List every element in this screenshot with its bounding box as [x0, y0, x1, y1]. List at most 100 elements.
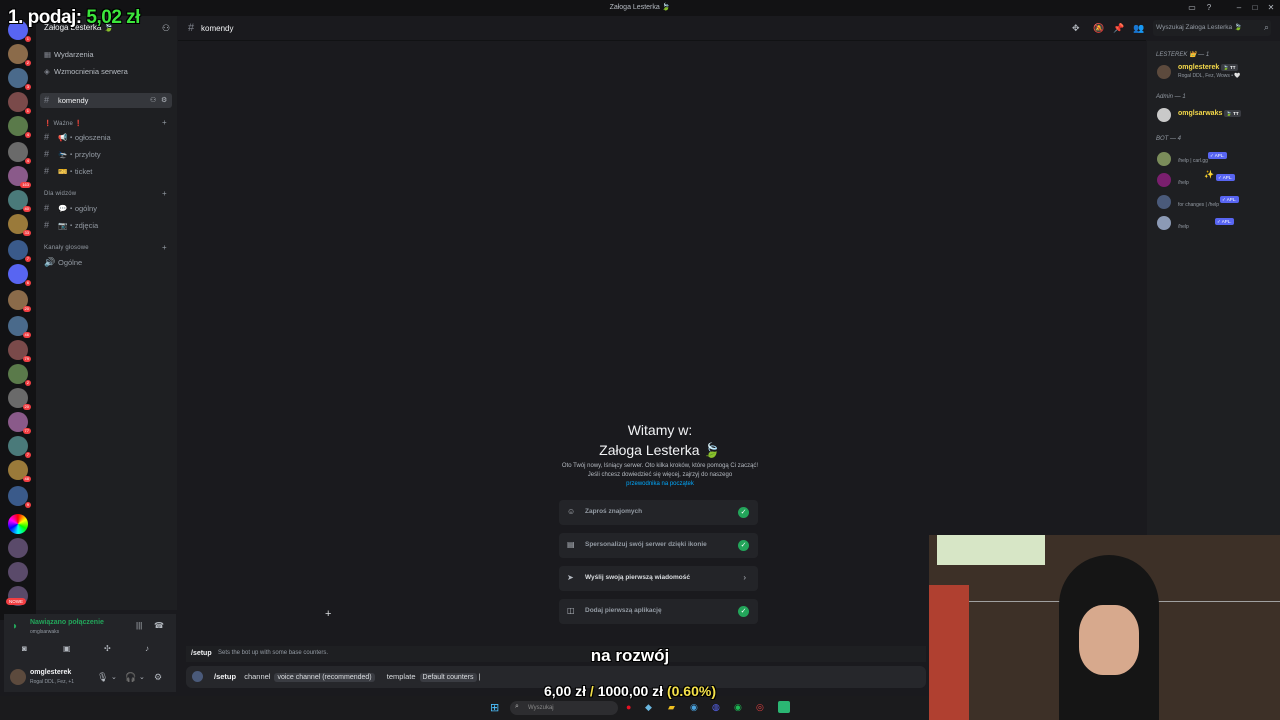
member-name[interactable]: ✨ [1204, 170, 1214, 179]
task-add-app[interactable]: ◫ Dodaj pierwszą aplikację ✓ [559, 599, 758, 624]
option-template-value[interactable]: Default counters [419, 673, 477, 682]
headphones-icon[interactable]: 🎧 [125, 672, 136, 683]
category-wazne[interactable]: ❗ Ważne ❗ [44, 120, 83, 127]
avatar[interactable] [1157, 173, 1171, 187]
server-icon[interactable]: 7 [8, 240, 31, 262]
member-name[interactable]: omglesterek 🍃 TT [1178, 64, 1238, 71]
channel-zdjecia[interactable]: # 📷・zdjęcia [44, 218, 172, 233]
soundboard-icon[interactable]: ||| [136, 621, 142, 630]
avatar[interactable] [1157, 195, 1171, 209]
search-icon: ⌕ [1264, 22, 1270, 32]
server-icon[interactable]: 163 [8, 166, 31, 188]
goal-target: 1000,00 zł [597, 683, 664, 699]
avatar[interactable] [1157, 108, 1171, 122]
invite-icon[interactable]: ⚇ [150, 96, 156, 104]
task-first-message[interactable]: ➤ Wyślij swoją pierwszą wiadomość › [559, 566, 758, 591]
camera-icon[interactable]: ◙ [22, 644, 27, 653]
server-icon[interactable]: 2 [8, 44, 31, 66]
avatar[interactable] [1157, 216, 1171, 230]
spotify-icon[interactable]: ◉ [734, 702, 742, 713]
search-input[interactable]: Wyszukaj Załoga Lesterka 🍃 [1153, 20, 1271, 36]
server-icon[interactable]: 3 [8, 68, 31, 90]
server-icon[interactable]: 9 [8, 486, 31, 508]
option-name: template [386, 672, 416, 681]
server-icon[interactable] [8, 562, 28, 582]
notifications-icon[interactable]: 🔕 [1093, 23, 1104, 34]
channel-label: 📢・ogłoszenia [58, 133, 111, 142]
soundboard-button-icon[interactable]: ♪ [145, 644, 149, 653]
server-icon[interactable]: 4 [8, 116, 31, 138]
task-invite-friends[interactable]: ☺ Zaproś znajomych ✓ [559, 500, 758, 525]
option-channel-value[interactable]: voice channel (recommended) [274, 673, 375, 682]
windows-start-icon[interactable]: ⊞ [490, 701, 499, 714]
server-icon[interactable]: 20 [8, 290, 31, 312]
server-icon[interactable]: 46 [8, 316, 31, 338]
minimize-button[interactable]: – [1233, 2, 1245, 14]
add-channel-icon[interactable]: + [162, 118, 167, 127]
help-icon[interactable]: ? [1203, 2, 1215, 14]
server-icon[interactable]: 4 [8, 142, 31, 164]
goal-separator: / [589, 683, 594, 699]
avatar[interactable] [10, 669, 26, 685]
maximize-button[interactable]: □ [1249, 2, 1261, 14]
channel-ogloszenia[interactable]: # 📢・ogłoszenia [44, 130, 172, 145]
taskbar-search[interactable]: Wyszukaj [510, 701, 618, 715]
discord-icon[interactable]: ◍ [712, 702, 720, 713]
app-icon[interactable]: ● [626, 702, 631, 712]
task-personalize[interactable]: ▤ Spersonalizuj swój serwer dzięki ikoni… [559, 533, 758, 558]
nav-events[interactable]: ▦ Wydarzenia [44, 48, 172, 62]
pin-icon[interactable]: 📌 [1113, 23, 1124, 34]
mention-badge: 40 [22, 206, 31, 212]
category-dla-widzow[interactable]: Dla widzów [44, 191, 76, 197]
server-icon[interactable]: 1 [8, 92, 31, 114]
add-channel-icon[interactable]: + [162, 189, 167, 198]
members-icon[interactable]: 👥 [1133, 23, 1144, 34]
inbox-icon[interactable]: ▭ [1186, 2, 1198, 14]
server-icon[interactable]: 6 [8, 264, 31, 286]
add-member-icon[interactable]: ⚇ [162, 23, 170, 34]
threads-icon[interactable]: ✥ [1072, 23, 1080, 34]
add-channel-icon[interactable]: + [162, 243, 167, 252]
disconnect-icon[interactable]: ☎ [154, 621, 164, 630]
chevron-right-icon: › [743, 573, 746, 582]
app-icon[interactable]: ◆ [645, 702, 652, 713]
donation-amount: 5,02 zł [86, 7, 140, 28]
category-voice[interactable]: Kanały głosowe [44, 245, 89, 251]
server-icon[interactable]: 48 [8, 460, 31, 482]
activities-icon[interactable]: ✣ [104, 644, 111, 653]
server-icon[interactable]: 20 [8, 388, 31, 410]
search-icon: ⌕ [515, 703, 519, 710]
server-icon[interactable]: 77 [8, 412, 31, 434]
server-icon[interactable]: 7 [8, 436, 31, 458]
guide-link[interactable]: przewodnika na początek [626, 481, 694, 487]
screen-share-icon[interactable]: ▣ [63, 644, 71, 653]
server-icon[interactable] [8, 538, 28, 558]
bot-tag-text: ✓ APL. [1215, 218, 1234, 225]
channel-ogolny[interactable]: # 💬・ogólny [44, 201, 172, 216]
hint-command: /setup [191, 650, 212, 657]
app-icon[interactable]: ◎ [756, 702, 764, 713]
settings-icon[interactable]: ⚙ [154, 672, 162, 683]
nav-boosts[interactable]: ◈ Wzmocnienia serwera [44, 65, 172, 79]
server-icon[interactable] [8, 514, 28, 534]
avatar[interactable] [1157, 65, 1171, 79]
chevron-down-icon[interactable]: ⌄ [139, 673, 145, 681]
gear-icon[interactable]: ⚙ [161, 96, 167, 104]
command-hint[interactable]: /setup Sets the bot up with some base co… [186, 646, 926, 662]
browser-icon[interactable]: ◉ [690, 702, 698, 713]
server-icon[interactable]: 2 [8, 364, 31, 386]
microphone-icon[interactable]: 🎙 [97, 672, 108, 683]
app-icon[interactable] [778, 701, 790, 713]
server-icon[interactable]: 79 [8, 340, 31, 362]
chevron-down-icon[interactable]: ⌄ [111, 673, 117, 681]
server-icon[interactable]: 40 [8, 190, 31, 212]
folder-icon[interactable]: ▰ [668, 702, 675, 713]
member-name[interactable]: omglsarwaks 🍃 TT [1178, 110, 1241, 117]
channel-ticket[interactable]: # 🎫・ticket [44, 164, 172, 179]
close-button[interactable]: ✕ [1265, 2, 1277, 14]
avatar[interactable] [1157, 152, 1171, 166]
channel-przyloty[interactable]: # 🛬・przyloty [44, 147, 172, 162]
voice-channel-ogolne[interactable]: 🔊 Ogólne [44, 255, 172, 270]
server-icon[interactable]: 33 [8, 214, 31, 236]
donation-label: 1. podaj: [8, 7, 82, 28]
